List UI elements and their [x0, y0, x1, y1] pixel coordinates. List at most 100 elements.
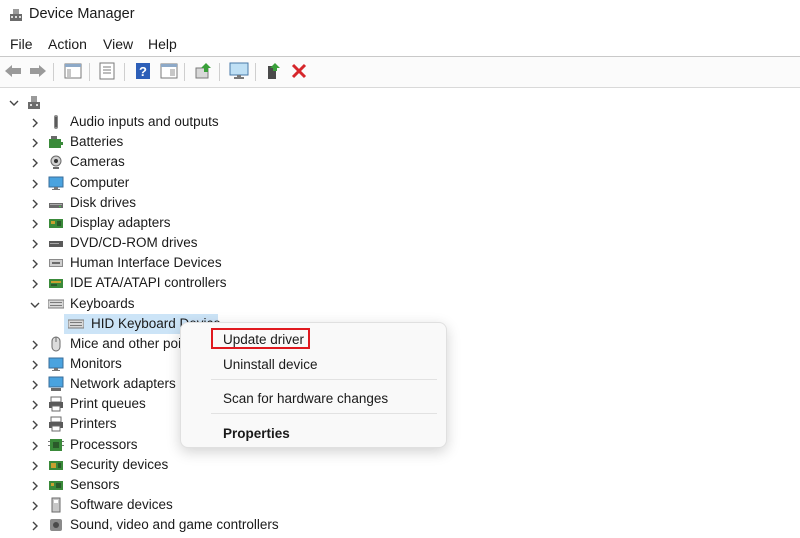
enable-device-icon[interactable]: [262, 60, 284, 82]
tree-item-label: Network adapters: [70, 376, 176, 391]
tree-category-security-devices[interactable]: Security devices: [0, 455, 800, 475]
chevron-down-icon[interactable]: [29, 298, 41, 310]
toolbar: ?: [0, 56, 800, 88]
uninstall-device-icon[interactable]: [288, 60, 310, 82]
toolbar-separator: [124, 63, 125, 81]
camera-icon: [48, 154, 64, 170]
toolbar-separator: [184, 63, 185, 81]
tree-category-display-adapters[interactable]: Display adapters: [0, 213, 800, 233]
tree-item-label: Print queues: [70, 396, 146, 411]
menu-view[interactable]: View: [103, 36, 133, 52]
tree-item-label: Processors: [70, 437, 138, 452]
show-hide-console-tree-icon[interactable]: [62, 60, 84, 82]
computer-icon: [48, 175, 64, 191]
tree-item-label: Disk drives: [70, 195, 137, 210]
tree-item-label: DVD/CD-ROM drives: [70, 235, 198, 250]
tree-item-label: IDE ATA/ATAPI controllers: [70, 275, 227, 290]
context-menu: Update driver Uninstall device Scan for …: [180, 322, 447, 448]
tree-category-sound-video-and-game-controllers[interactable]: Sound, video and game controllers: [0, 515, 800, 535]
printer-icon: [48, 416, 64, 432]
tree-category-human-interface-devices[interactable]: Human Interface Devices: [0, 253, 800, 273]
chevron-right-icon[interactable]: [29, 338, 41, 350]
chevron-right-icon[interactable]: [29, 358, 41, 370]
update-driver-icon[interactable]: [192, 60, 214, 82]
battery-icon: [48, 134, 64, 150]
tree-category-dvd-cd-rom-drives[interactable]: DVD/CD-ROM drives: [0, 233, 800, 253]
computer-root-icon: [26, 94, 42, 110]
window-title: Device Manager: [29, 6, 135, 22]
chevron-right-icon[interactable]: [29, 378, 41, 390]
chevron-right-icon[interactable]: [29, 519, 41, 531]
chevron-right-icon[interactable]: [29, 116, 41, 128]
chevron-right-icon[interactable]: [29, 257, 41, 269]
monitor-icon: [48, 356, 64, 372]
menu-action[interactable]: Action: [48, 36, 87, 52]
tree-item-label: Software devices: [70, 497, 173, 512]
properties-icon[interactable]: [96, 60, 118, 82]
chevron-right-icon[interactable]: [29, 156, 41, 168]
tree-item-label: Cameras: [70, 154, 125, 169]
update-driver-menu-item[interactable]: Update driver: [223, 332, 304, 347]
scan-hardware-icon[interactable]: [228, 60, 250, 82]
chevron-right-icon[interactable]: [29, 217, 41, 229]
tree-root[interactable]: [0, 92, 800, 112]
tree-category-ide-ata-atapi-controllers[interactable]: IDE ATA/ATAPI controllers: [0, 273, 800, 293]
title-bar: Device Manager: [0, 0, 800, 32]
device-manager-icon: [8, 7, 24, 23]
tree-category-sensors[interactable]: Sensors: [0, 475, 800, 495]
sensor-icon: [48, 477, 64, 493]
chevron-right-icon[interactable]: [29, 136, 41, 148]
sound-controller-icon: [48, 517, 64, 533]
menu-bar: File Action View Help: [0, 33, 800, 55]
back-icon[interactable]: [2, 60, 24, 82]
menu-help[interactable]: Help: [148, 36, 177, 52]
software-device-icon: [48, 497, 64, 513]
menu-file[interactable]: File: [10, 36, 33, 52]
svg-text:?: ?: [139, 64, 147, 79]
tree-item-label: Batteries: [70, 134, 124, 149]
tree-category-audio-inputs-and-outputs[interactable]: Audio inputs and outputs: [0, 112, 800, 132]
tree-item-label: Security devices: [70, 457, 169, 472]
tree-category-software-devices[interactable]: Software devices: [0, 495, 800, 515]
chevron-right-icon[interactable]: [29, 177, 41, 189]
menu-separator: [211, 379, 437, 380]
hid-icon: [48, 255, 64, 271]
view-icon[interactable]: [158, 60, 180, 82]
chevron-right-icon[interactable]: [29, 277, 41, 289]
chevron-right-icon[interactable]: [29, 479, 41, 491]
chevron-right-icon[interactable]: [29, 439, 41, 451]
chevron-right-icon[interactable]: [29, 418, 41, 430]
scan-hardware-menu-item[interactable]: Scan for hardware changes: [223, 391, 388, 406]
mouse-icon: [48, 336, 64, 352]
tree-category-computer[interactable]: Computer: [0, 173, 800, 193]
chevron-right-icon[interactable]: [29, 197, 41, 209]
tree-item-label: Audio inputs and outputs: [70, 114, 219, 129]
security-device-icon: [48, 457, 64, 473]
forward-icon[interactable]: [27, 60, 49, 82]
chevron-right-icon[interactable]: [29, 459, 41, 471]
tree-category-disk-drives[interactable]: Disk drives: [0, 193, 800, 213]
chevron-right-icon[interactable]: [29, 398, 41, 410]
help-icon[interactable]: ?: [132, 60, 154, 82]
processor-icon: [48, 437, 64, 453]
dvd-drive-icon: [48, 235, 64, 251]
keyboard-icon: [67, 316, 85, 332]
speaker-icon: [48, 114, 64, 130]
tree-category-keyboards[interactable]: Keyboards: [0, 294, 800, 314]
chevron-right-icon[interactable]: [29, 499, 41, 511]
chevron-right-icon[interactable]: [29, 237, 41, 249]
chevron-down-icon[interactable]: [8, 96, 20, 108]
toolbar-separator: [255, 63, 256, 81]
properties-menu-item[interactable]: Properties: [223, 426, 290, 441]
tree-item-label: Sensors: [70, 477, 120, 492]
toolbar-separator: [219, 63, 220, 81]
print-queue-icon: [48, 396, 64, 412]
tree-category-batteries[interactable]: Batteries: [0, 132, 800, 152]
disk-drive-icon: [48, 195, 64, 211]
uninstall-device-menu-item[interactable]: Uninstall device: [223, 357, 318, 372]
keyboard-icon: [47, 296, 65, 312]
network-adapter-icon: [48, 376, 64, 392]
tree-item-label: Display adapters: [70, 215, 171, 230]
tree-category-cameras[interactable]: Cameras: [0, 152, 800, 172]
tree-item-label: Sound, video and game controllers: [70, 517, 279, 532]
